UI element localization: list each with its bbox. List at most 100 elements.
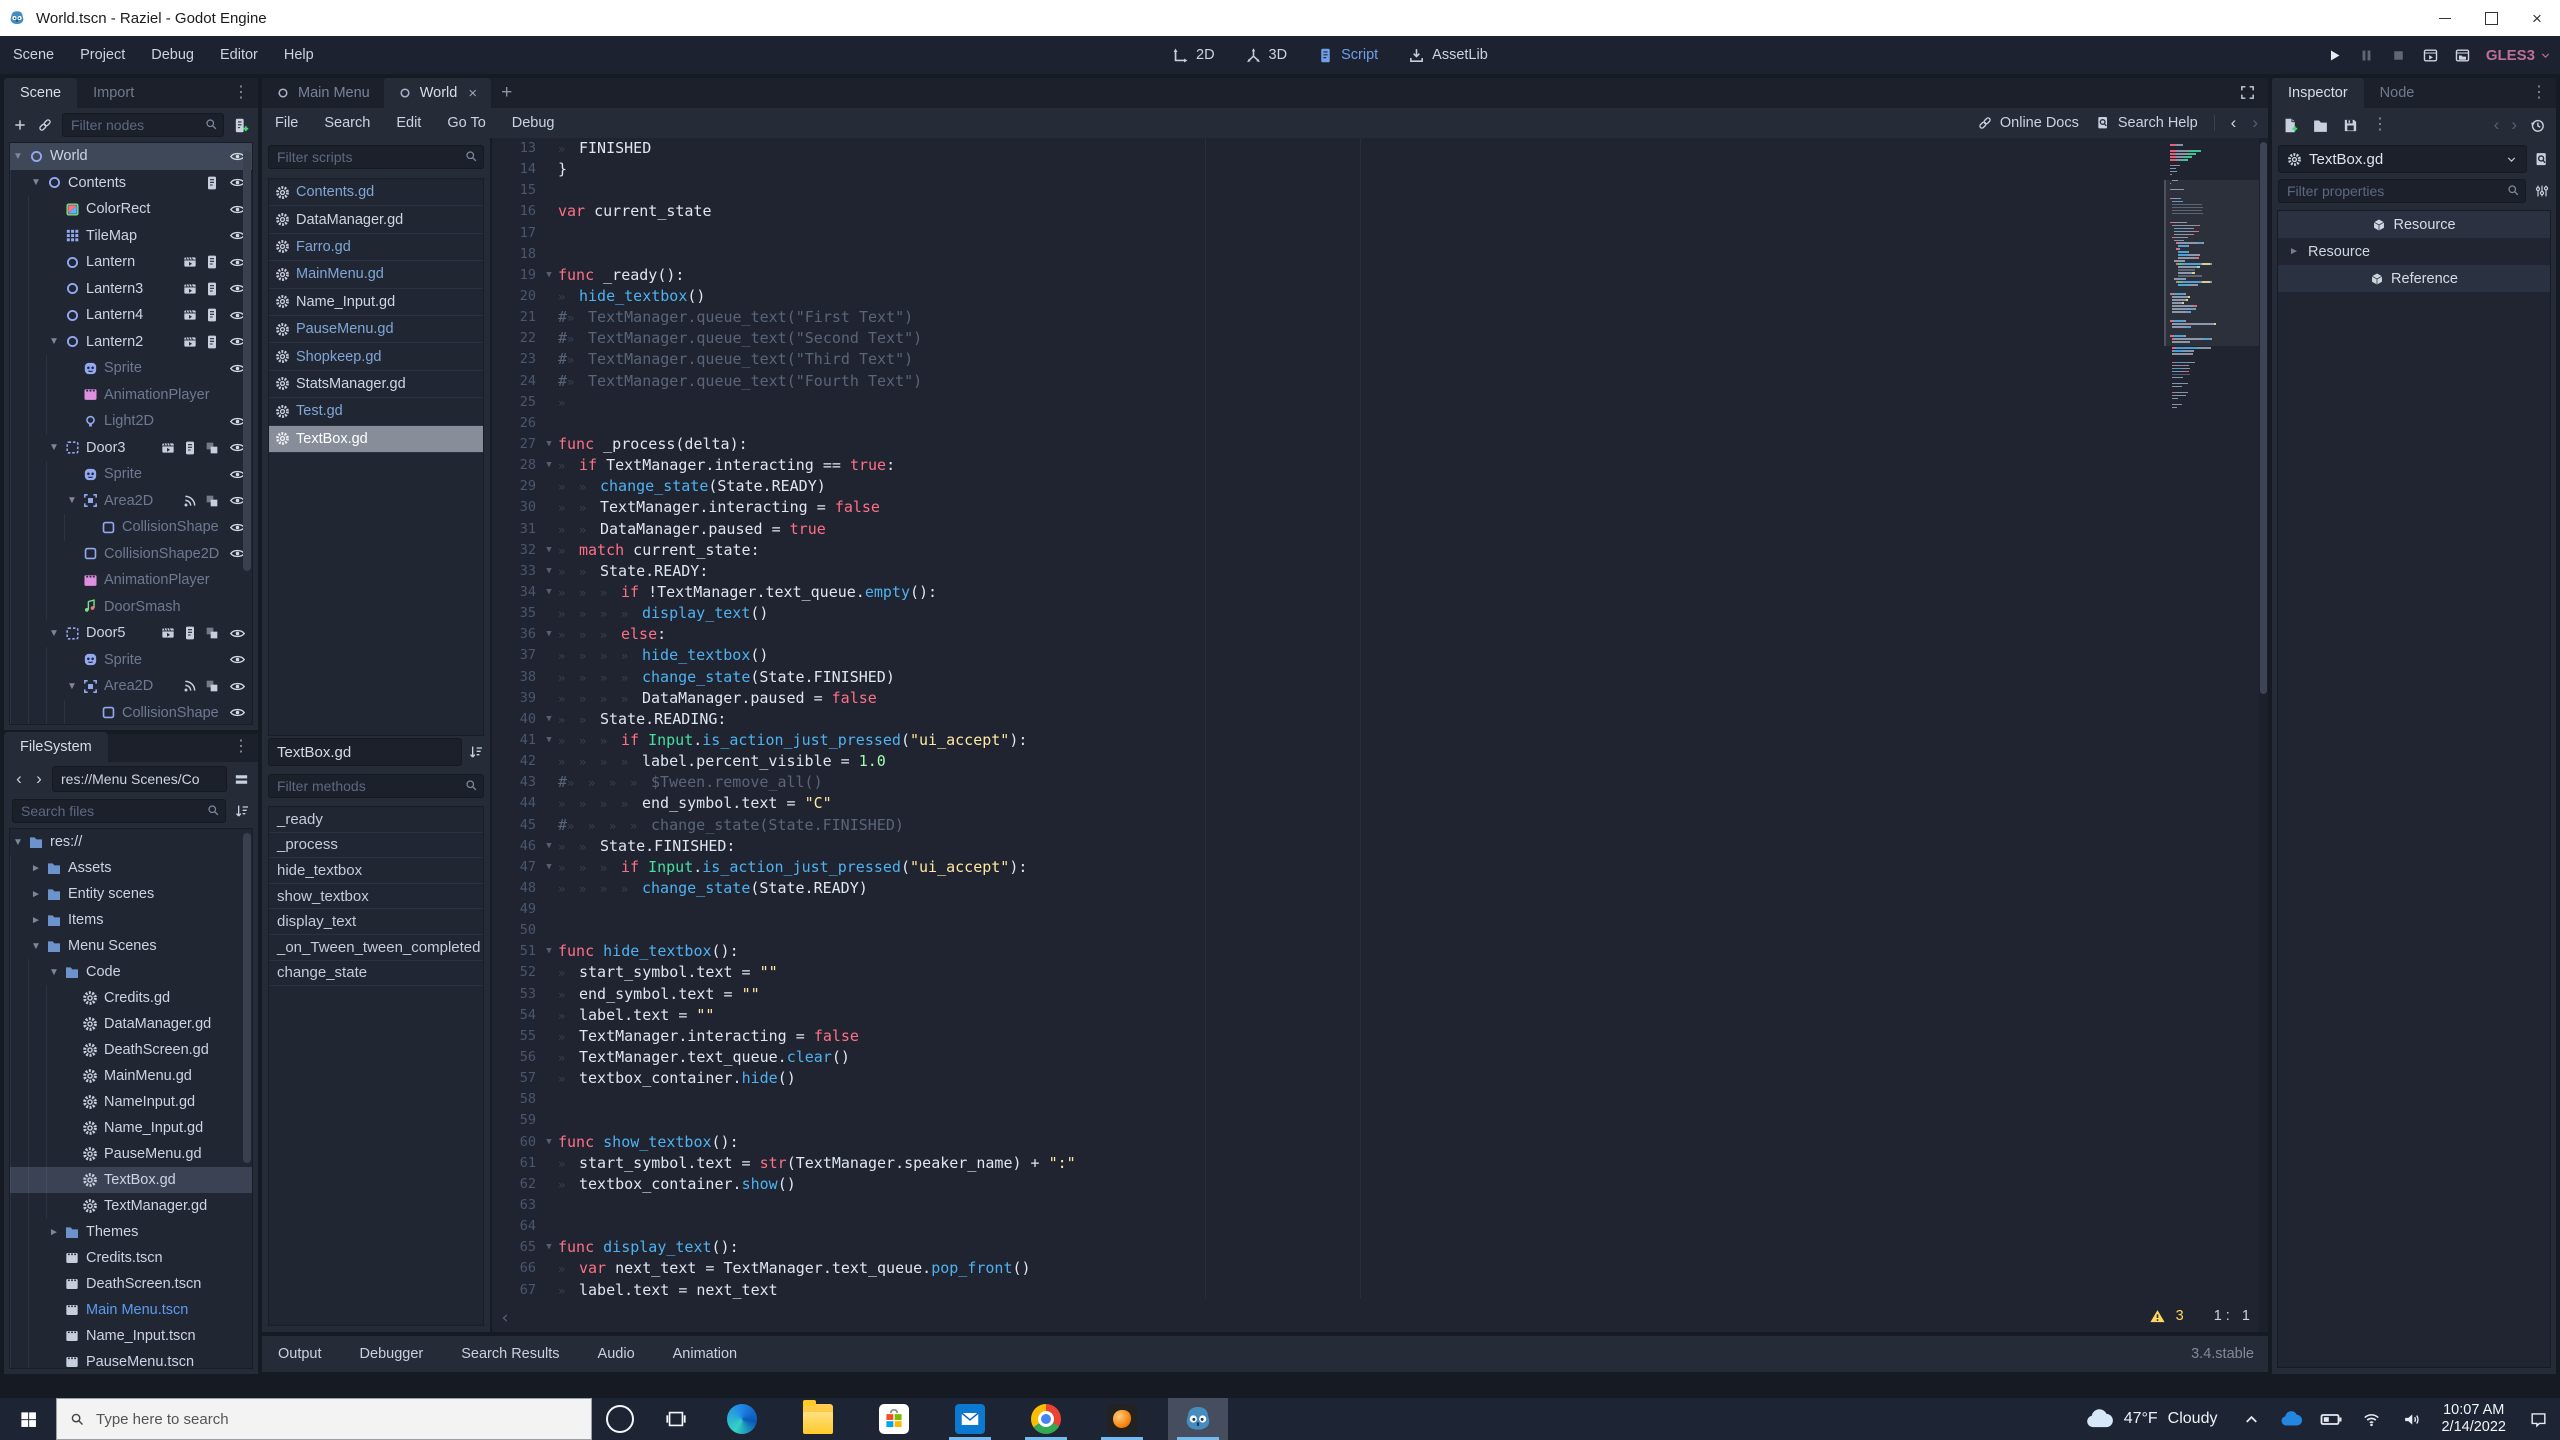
expander-icon[interactable]: ▼ <box>28 941 44 952</box>
bottom-tab-search-results[interactable]: Search Results <box>461 1346 559 1362</box>
warnings-badge[interactable]: 3 <box>2149 1308 2184 1325</box>
distraction-free-icon[interactable] <box>2239 84 2256 102</box>
open-docs-button[interactable] <box>2533 151 2550 168</box>
scene-node-lantern[interactable]: Lantern <box>10 249 252 276</box>
expander-icon[interactable]: ▼ <box>64 681 80 692</box>
new-scene-tab-button[interactable]: + <box>491 82 522 104</box>
scene-node-area2d[interactable]: ▼Area2D <box>10 673 252 700</box>
expander-icon[interactable]: ▼ <box>28 177 44 188</box>
fs-item-name-input-tscn[interactable]: Name_Input.tscn <box>10 1323 252 1349</box>
fold-arrow[interactable]: ▼ <box>540 1132 558 1153</box>
code-editor[interactable]: 13»FINISHED14}1516var current_state17181… <box>492 138 2268 1332</box>
task-view-button[interactable] <box>648 1398 704 1440</box>
expander-icon[interactable]: ▼ <box>46 967 62 978</box>
grp-badge-icon[interactable] <box>204 677 220 695</box>
taskbar-search[interactable]: Type here to search <box>56 1398 592 1440</box>
visibility-toggle[interactable] <box>226 704 248 721</box>
scene-tree-scrollbar[interactable] <box>243 151 251 571</box>
tab-import[interactable]: Import <box>77 78 150 108</box>
stop-button[interactable] <box>2390 47 2407 64</box>
fold-arrow[interactable]: ▼ <box>540 624 558 645</box>
script-history-forward[interactable]: › <box>2252 113 2258 133</box>
fs-item-deathscreen-tscn[interactable]: DeathScreen.tscn <box>10 1271 252 1297</box>
filter-nodes-input[interactable] <box>62 113 224 137</box>
sig-badge-icon[interactable] <box>182 677 198 695</box>
clap-badge-icon[interactable] <box>182 333 198 351</box>
play-button[interactable] <box>2326 47 2343 64</box>
scene-node-world[interactable]: ▼World <box>10 143 252 170</box>
start-button[interactable] <box>0 1398 56 1440</box>
taskbar-mail-button[interactable] <box>932 1398 1008 1440</box>
scene-node-colorrect[interactable]: ColorRect <box>10 196 252 223</box>
script-item-textbox-gd[interactable]: TextBox.gd <box>269 426 483 453</box>
scene-node-collisionshape2d[interactable]: CollisionShape2D <box>10 541 252 568</box>
search-help-button[interactable]: Search Help <box>2095 115 2198 131</box>
scene-node-sprite[interactable]: Sprite <box>10 355 252 382</box>
inspector-tools-button[interactable] <box>2534 183 2550 199</box>
expander-icon[interactable]: ► <box>2286 246 2302 257</box>
sort-files-button[interactable] <box>234 803 250 819</box>
minimap-grabber[interactable] <box>2164 180 2262 346</box>
script-menu-go-to[interactable]: Go To <box>434 115 498 131</box>
history-icon[interactable] <box>2529 117 2546 134</box>
script-menu-file[interactable]: File <box>262 115 311 131</box>
fs-item-code[interactable]: ▼Code <box>10 959 252 985</box>
fs-item-res-[interactable]: ▼res:// <box>10 829 252 855</box>
fs-item-nameinput-gd[interactable]: NameInput.gd <box>10 1089 252 1115</box>
grp-badge-icon[interactable] <box>204 492 220 510</box>
code-scrollbar[interactable] <box>2259 138 2268 1332</box>
show-hidden-icons-button[interactable] <box>2231 1410 2271 1429</box>
scene-node-doorsmash[interactable]: DoorSmash <box>10 594 252 621</box>
menu-project[interactable]: Project <box>67 47 138 63</box>
expander-icon[interactable]: ► <box>28 863 44 874</box>
taskbar-chrome-button[interactable] <box>1008 1398 1084 1440</box>
tab-filesystem[interactable]: FileSystem <box>4 732 108 762</box>
fold-arrow[interactable]: ▼ <box>540 730 558 751</box>
workspace-assetlib[interactable]: AssetLib <box>1408 47 1488 64</box>
expander-icon[interactable]: ▼ <box>64 495 80 506</box>
scene-node-door3[interactable]: ▼Door3 <box>10 435 252 462</box>
grp-badge-icon[interactable] <box>204 439 220 457</box>
sig-badge-icon[interactable] <box>182 492 198 510</box>
fold-arrow[interactable]: ▼ <box>540 582 558 603</box>
filter-properties-input[interactable] <box>2278 179 2526 203</box>
workspace-2d[interactable]: 2D <box>1172 47 1215 64</box>
grp-badge-icon[interactable] <box>204 624 220 642</box>
scr-badge-icon[interactable] <box>182 439 198 457</box>
scene-node-collisionshape[interactable]: CollisionShape <box>10 514 252 541</box>
fold-arrow[interactable]: ▼ <box>540 455 558 476</box>
clap-badge-icon[interactable] <box>182 306 198 324</box>
breadcrumb[interactable]: res://Menu Scenes/Co <box>52 766 227 792</box>
scene-node-tilemap[interactable]: TileMap <box>10 223 252 250</box>
edit-back-button[interactable]: ‹ <box>2494 115 2500 135</box>
expander-icon[interactable]: ▼ <box>46 628 62 639</box>
wifi-icon[interactable] <box>2351 1410 2391 1429</box>
scripts-panel-toggle-icon[interactable]: ‹ <box>500 1308 510 1328</box>
pause-button[interactable] <box>2358 47 2375 64</box>
new-resource-button[interactable] <box>2282 117 2299 134</box>
scene-tab-main-menu[interactable]: Main Menu <box>262 78 384 108</box>
scr-badge-icon[interactable] <box>182 624 198 642</box>
visibility-toggle[interactable] <box>226 678 248 695</box>
renderer-selector[interactable]: GLES3 <box>2486 47 2552 64</box>
script-menu-debug[interactable]: Debug <box>499 115 568 131</box>
fs-item-pausemenu-tscn[interactable]: PauseMenu.tscn <box>10 1349 252 1369</box>
script-item-farro-gd[interactable]: Farro.gd <box>269 234 483 261</box>
taskbar-flstudio-button[interactable] <box>1084 1398 1160 1440</box>
online-docs-button[interactable]: Online Docs <box>1977 115 2079 131</box>
bottom-tab-animation[interactable]: Animation <box>673 1346 737 1362</box>
scene-node-light2d[interactable]: Light2D <box>10 408 252 435</box>
history-forward-button[interactable]: › <box>32 769 46 789</box>
panel-menu-icon[interactable]: ⋮ <box>233 732 258 762</box>
method-item-change-state[interactable]: change_state <box>269 961 483 987</box>
cortana-button[interactable] <box>592 1398 648 1440</box>
method-item--ready[interactable]: _ready <box>269 807 483 833</box>
fold-arrow[interactable]: ▼ <box>540 265 558 286</box>
scene-node-lantern4[interactable]: Lantern4 <box>10 302 252 329</box>
sort-methods-button[interactable] <box>468 744 484 760</box>
fs-item-menu-scenes[interactable]: ▼Menu Scenes <box>10 933 252 959</box>
script-menu-edit[interactable]: Edit <box>383 115 434 131</box>
workspace-script[interactable]: Script <box>1317 47 1378 64</box>
panel-menu-icon[interactable]: ⋮ <box>233 78 258 108</box>
fs-item-credits-tscn[interactable]: Credits.tscn <box>10 1245 252 1271</box>
